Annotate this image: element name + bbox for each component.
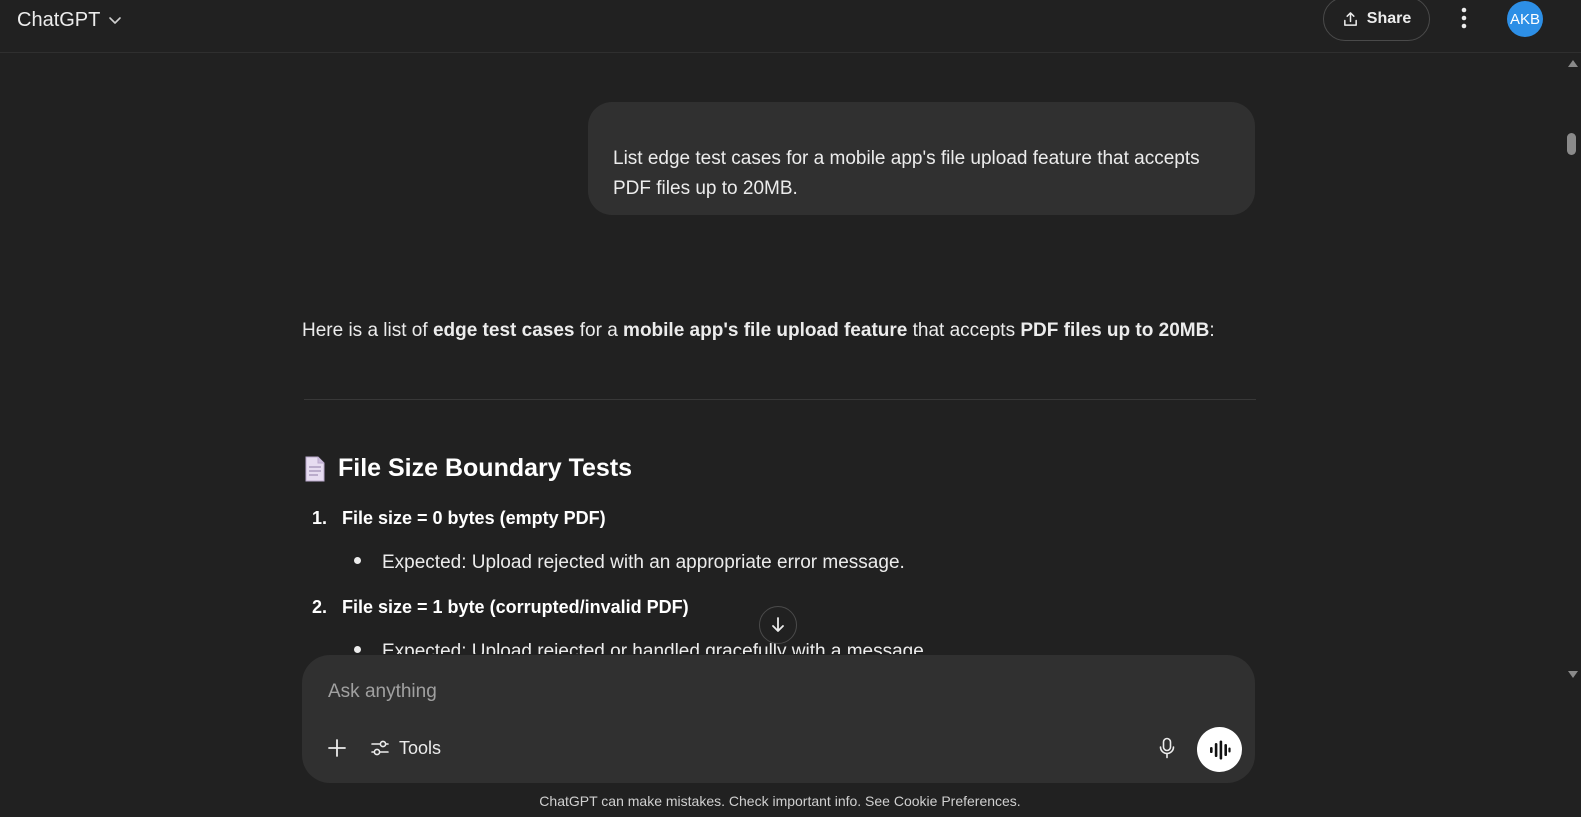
list-item: 2. File size = 1 byte (corrupted/invalid … xyxy=(312,597,689,618)
scroll-up-arrow-icon[interactable] xyxy=(1568,60,1578,67)
list-bullet: Expected: Upload rejected with an approp… xyxy=(354,552,905,574)
section-title: File Size Boundary Tests xyxy=(338,454,633,482)
disclaimer-note: ChatGPT can make mistakes. Check importa… xyxy=(539,793,1021,809)
intro-text: that accepts xyxy=(907,320,1021,341)
add-attachment-button[interactable] xyxy=(324,735,350,761)
share-icon xyxy=(1343,11,1357,26)
conversation-thread: List edge test cases for a mobile app's … xyxy=(0,54,1565,654)
assistant-message: Here is a list of edge test cases for a … xyxy=(302,316,1256,654)
arrow-down-icon xyxy=(772,617,784,632)
tools-button[interactable]: Tools xyxy=(370,735,441,761)
item-number: 1. xyxy=(312,508,328,528)
intro-text: : xyxy=(1209,320,1215,341)
item-title: File size = 0 bytes (empty PDF) xyxy=(342,508,606,528)
chevron-down-icon xyxy=(109,17,122,24)
assistant-intro: Here is a list of edge test cases for a … xyxy=(302,316,1256,346)
list-item: 1. File size = 0 bytes (empty PDF) xyxy=(312,508,606,529)
prompt-input[interactable] xyxy=(328,679,1148,705)
intro-bold: edge test cases xyxy=(432,320,575,341)
more-vertical-icon xyxy=(1461,7,1467,29)
dictate-button[interactable] xyxy=(1154,735,1180,761)
voice-wave-icon xyxy=(1209,740,1231,759)
model-selector[interactable]: ChatGPT xyxy=(17,6,122,34)
section-heading: File Size Boundary Tests xyxy=(304,454,632,483)
model-name: ChatGPT xyxy=(17,8,101,31)
bullet-text: Expected: Upload rejected or handled gra… xyxy=(382,641,930,654)
scrollbar-thumb[interactable] xyxy=(1567,133,1576,155)
user-avatar[interactable]: AKB xyxy=(1507,1,1543,37)
bullet-text: Expected: Upload rejected with an approp… xyxy=(382,552,905,573)
voice-mode-button[interactable] xyxy=(1197,727,1242,772)
composer: Tools xyxy=(302,655,1255,783)
item-title: File size = 1 byte (corrupted/invalid PD… xyxy=(342,597,689,617)
intro-bold: mobile app's file upload feature xyxy=(623,320,908,341)
item-number: 2. xyxy=(312,597,328,617)
bullet-dot xyxy=(354,557,361,565)
intro-text: for a xyxy=(574,320,624,341)
list-bullet: Expected: Upload rejected or handled gra… xyxy=(354,641,929,654)
scroll-down-arrow-icon[interactable] xyxy=(1568,671,1578,678)
bullet-dot xyxy=(354,646,361,654)
share-button[interactable]: Share xyxy=(1323,0,1430,41)
top-bar: ChatGPT Share AKB xyxy=(0,0,1581,53)
intro-text: Here is a list of xyxy=(302,320,433,341)
page-document-icon xyxy=(305,456,325,481)
microphone-icon xyxy=(1159,737,1175,759)
sliders-icon xyxy=(371,740,389,756)
scroll-to-bottom-button[interactable] xyxy=(759,606,797,644)
scrollbar[interactable] xyxy=(1565,54,1581,684)
chatgpt-app: ChatGPT Share AKB List edge test cases f… xyxy=(0,0,1581,817)
tools-label: Tools xyxy=(399,737,442,758)
user-message: List edge test cases for a mobile app's … xyxy=(588,102,1255,215)
share-label: Share xyxy=(1366,10,1412,27)
divider xyxy=(304,399,1256,400)
more-options-button[interactable] xyxy=(1450,4,1478,32)
plus-icon xyxy=(328,739,346,757)
intro-bold: PDF files up to 20MB xyxy=(1020,320,1210,341)
